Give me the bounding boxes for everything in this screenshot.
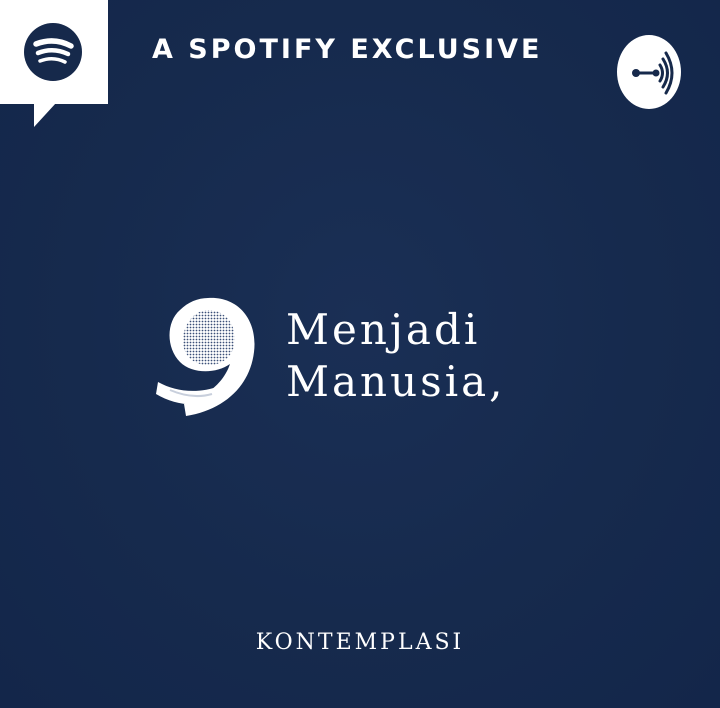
podcast-cover: A SPOTIFY EXCLUSIVE Menjadi Manusia, KON… (0, 0, 720, 708)
spotify-badge (0, 0, 108, 104)
badge-pointer (34, 103, 56, 127)
title-line-2: Manusia, (286, 357, 506, 406)
title-line-1: Menjadi (286, 305, 481, 354)
quote-mark-icon (156, 297, 255, 416)
podcast-title: Menjadi Manusia, (286, 304, 506, 408)
podcast-publisher: KONTEMPLASI (255, 630, 465, 655)
anchor-icon (617, 35, 681, 109)
exclusive-label: A SPOTIFY EXCLUSIVE (152, 34, 543, 65)
spotify-icon (24, 23, 82, 81)
